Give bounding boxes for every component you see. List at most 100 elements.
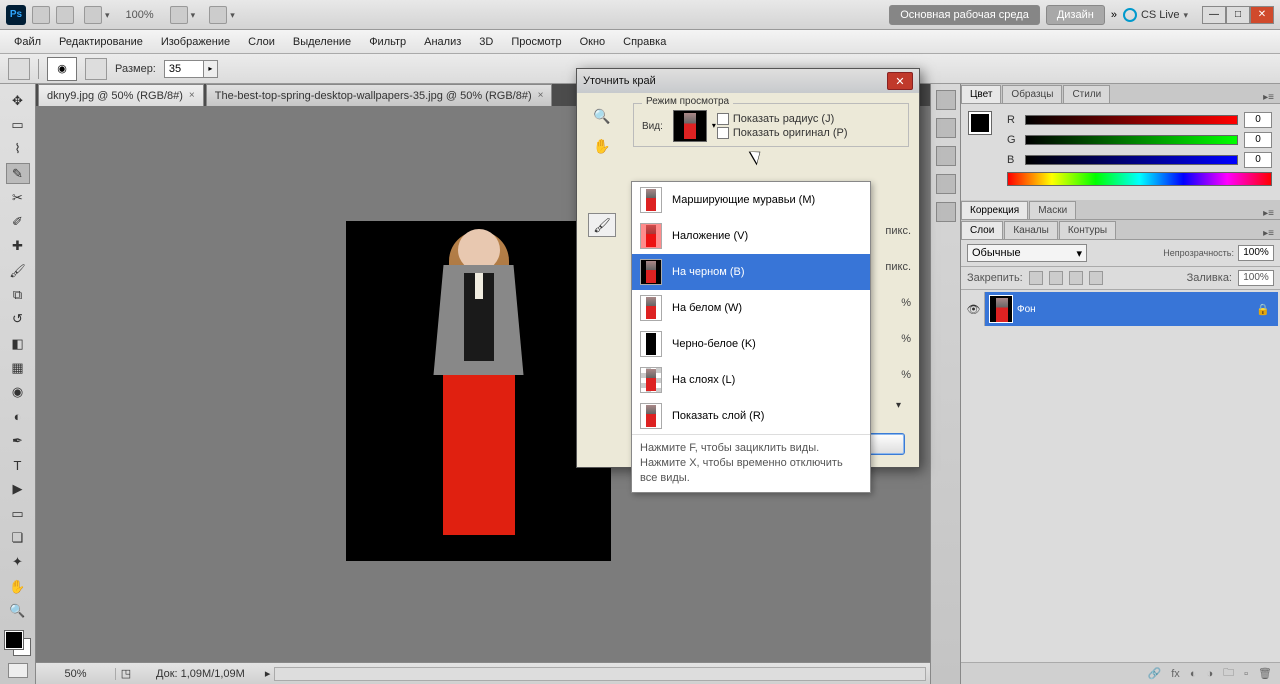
status-info-icon[interactable]: ◳ [116,667,136,680]
fg-bg-swatch[interactable] [969,112,999,142]
gradient-tool[interactable]: ▦ [6,357,30,378]
view-option-overlay[interactable]: Наложение (V) [632,218,870,254]
menu-edit[interactable]: Редактирование [51,33,151,51]
color-spectrum[interactable] [1007,172,1272,186]
panel-menu-icon[interactable]: ▸≡ [1257,92,1280,103]
pen-tool[interactable]: ✒ [6,430,30,451]
blend-mode-select[interactable]: Обычные▾ [967,244,1087,262]
layer-visibility-icon[interactable]: 👁 [963,292,985,326]
layer-name[interactable]: Фон [1017,304,1248,315]
stamp-tool[interactable]: ⧉ [6,284,30,305]
launch-bridge-icon[interactable] [32,6,50,24]
document-tab-1[interactable]: dkny9.jpg @ 50% (RGB/8#)× [38,84,204,106]
blur-tool[interactable]: ◉ [6,382,30,403]
dialog-titlebar[interactable]: Уточнить край ✕ [577,69,919,93]
show-original-checkbox[interactable]: Показать оригинал (P) [717,127,900,139]
type-tool[interactable]: T [6,454,30,475]
quick-mask-toggle[interactable] [8,663,28,679]
panel-menu-icon[interactable]: ▸≡ [1257,208,1280,219]
actions-panel-icon[interactable] [936,118,956,138]
horizontal-scrollbar[interactable] [274,667,926,681]
eraser-tool[interactable]: ◧ [6,333,30,354]
close-tab-icon[interactable]: × [189,90,195,101]
workspace-design-button[interactable]: Дизайн [1046,5,1105,25]
lasso-tool[interactable]: ⌇ [6,139,30,160]
crop-tool[interactable]: ✂ [6,187,30,208]
shape-tool[interactable]: ▭ [6,503,30,524]
brush-size-arrow[interactable]: ▸ [204,60,218,78]
healing-tool[interactable]: ✚ [6,236,30,257]
layer-row[interactable]: 👁 Фон 🔒 [963,292,1278,326]
menu-analysis[interactable]: Анализ [416,33,469,51]
tab-channels[interactable]: Каналы [1004,221,1058,239]
history-panel-icon[interactable] [936,90,956,110]
link-layers-icon[interactable]: 🔗 [1148,667,1162,680]
brush-tool[interactable]: 🖌 [6,260,30,281]
new-layer-icon[interactable]: ▫ [1244,668,1248,680]
menu-help[interactable]: Справка [615,33,674,51]
menu-view[interactable]: Просмотр [503,33,569,51]
menu-3d[interactable]: 3D [471,33,501,51]
3d-camera-tool[interactable]: ✦ [6,552,30,573]
menu-layer[interactable]: Слои [240,33,283,51]
eyedropper-tool[interactable]: ✐ [6,211,30,232]
panel-menu-icon[interactable]: ▸≡ [1257,228,1280,239]
tab-layers[interactable]: Слои [961,221,1003,239]
view-option-on-white[interactable]: На белом (W) [632,290,870,326]
dialog-hand-tool[interactable]: ✋ [591,135,613,157]
delete-layer-icon[interactable]: 🗑 [1258,667,1272,680]
window-close-button[interactable]: ✕ [1250,6,1274,24]
view-option-on-black[interactable]: На черном (B) [632,254,870,290]
tab-paths[interactable]: Контуры [1059,221,1116,239]
view-option-marching-ants[interactable]: Марширующие муравьи (M) [632,182,870,218]
hand-tool[interactable]: ✋ [6,576,30,597]
current-tool-icon[interactable] [8,58,30,80]
cs-live-button[interactable]: CS Live [1123,8,1188,22]
b-value[interactable]: 0 [1244,152,1272,168]
tab-swatches[interactable]: Образцы [1002,85,1062,103]
menu-image[interactable]: Изображение [153,33,238,51]
b-slider[interactable] [1025,155,1238,165]
window-minimize-button[interactable]: — [1202,6,1226,24]
layer-mask-icon[interactable]: ◐ [1190,668,1197,680]
view-option-reveal-layer[interactable]: Показать слой (R) [632,398,870,434]
mini-bridge-icon[interactable] [56,6,74,24]
extras-dropdown[interactable] [205,4,239,26]
quick-select-tool[interactable]: ✎ [6,163,30,184]
menu-file[interactable]: Файл [6,33,49,51]
layer-thumbnail[interactable] [989,295,1013,323]
move-tool[interactable]: ✥ [6,90,30,111]
workspace-more-icon[interactable]: » [1111,9,1117,21]
brushes-panel-icon[interactable] [936,174,956,194]
status-zoom[interactable]: 50% [36,668,116,680]
marquee-tool[interactable]: ▭ [6,114,30,135]
g-value[interactable]: 0 [1244,132,1272,148]
r-slider[interactable] [1025,115,1238,125]
history-brush-tool[interactable]: ↺ [6,309,30,330]
status-arrow-icon[interactable]: ▸ [265,667,271,680]
fill-value[interactable]: 100% [1238,270,1274,286]
tab-masks[interactable]: Маски [1029,201,1076,219]
color-swatches[interactable] [5,631,31,656]
document-tab-2[interactable]: The-best-top-spring-desktop-wallpapers-3… [206,84,553,106]
lock-all-icon[interactable] [1089,271,1103,285]
lock-transparent-icon[interactable] [1029,271,1043,285]
view-option-black-white[interactable]: Черно-белое (K) [632,326,870,362]
layer-fx-icon[interactable]: fx [1171,668,1180,680]
g-slider[interactable] [1025,135,1238,145]
path-select-tool[interactable]: ▶ [6,479,30,500]
arrange-docs-dropdown[interactable] [80,4,114,26]
clone-source-panel-icon[interactable] [936,202,956,222]
dodge-tool[interactable]: ◐ [6,406,30,427]
output-dropdown-arrow-icon[interactable]: ▾ [896,400,901,411]
adjustment-layer-icon[interactable]: ◑ [1206,668,1213,680]
zoom-level-dropdown[interactable]: 100% [120,9,160,21]
dialog-zoom-tool[interactable]: 🔍 [591,105,613,127]
workspace-essentials-button[interactable]: Основная рабочая среда [889,5,1040,25]
tab-adjustments[interactable]: Коррекция [961,201,1028,219]
window-maximize-button[interactable]: □ [1226,6,1250,24]
lock-position-icon[interactable] [1069,271,1083,285]
brush-preset-picker[interactable]: ◉ [47,57,77,81]
tab-styles[interactable]: Стили [1063,85,1110,103]
lock-pixels-icon[interactable] [1049,271,1063,285]
